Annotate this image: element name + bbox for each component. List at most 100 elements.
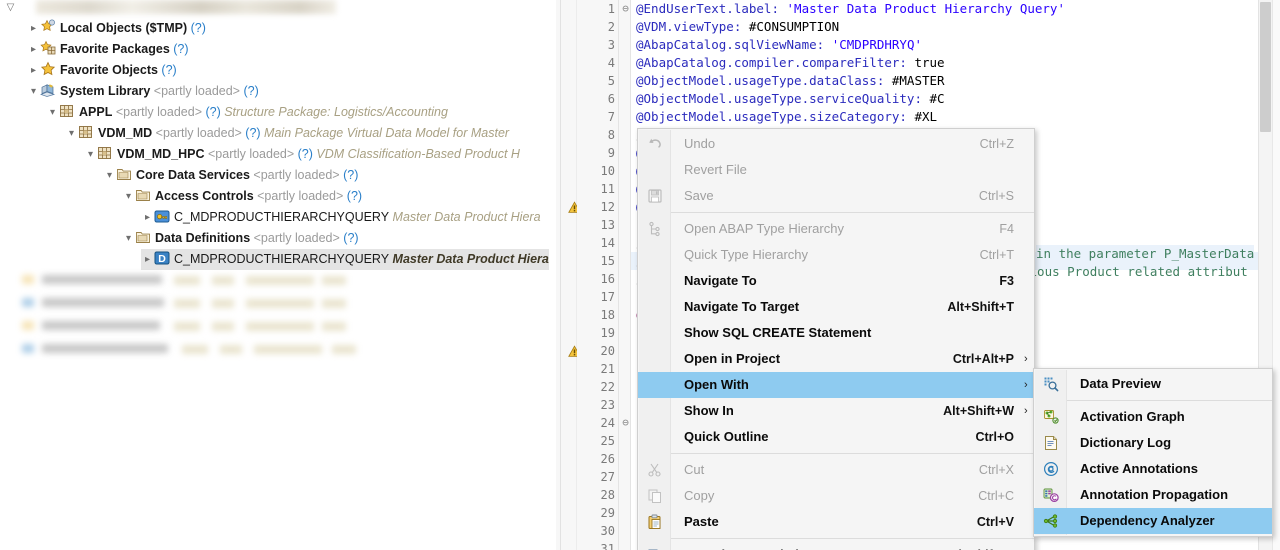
code-line[interactable]: @AbapCatalog.sqlViewName: 'CMDPRDHRYQ' xyxy=(636,36,922,54)
chevron-right-icon[interactable]: ▸ xyxy=(141,249,154,270)
tree-item-load-state: <partly loaded> xyxy=(112,105,202,119)
menu-item-show-in[interactable]: Show In Alt+Shift+W › xyxy=(638,398,1034,424)
line-number: 26 xyxy=(600,452,615,466)
code-line[interactable]: @ObjectModel.usageType.dataClass: #MASTE… xyxy=(636,72,945,90)
menu-item-show-sql-create-statement[interactable]: Show SQL CREATE Statement xyxy=(638,320,1034,346)
menu-item-accelerator: Alt+Shift+W xyxy=(943,404,1014,418)
tree-item-load-state: <partly loaded> xyxy=(204,147,295,161)
tree-item-core-data-services[interactable]: ▾ Core Data Services <partly loaded> (?) xyxy=(103,165,358,186)
tree-item-label: Favorite Objects xyxy=(60,63,158,77)
tree-item-label: C_MDPRODUCTHIERARCHYQUERY xyxy=(174,210,390,224)
menu-item-navigate-to-target[interactable]: Navigate To Target Alt+Shift+T xyxy=(638,294,1034,320)
tree-item-help-link[interactable]: (?) xyxy=(242,126,260,140)
tree-item-help-link[interactable]: (?) xyxy=(240,84,258,98)
menu-item-accelerator: Ctrl+Z xyxy=(979,137,1014,151)
chevron-down-icon[interactable]: ▾ xyxy=(103,165,116,186)
tree-item-c-mdproducthierarchyquery[interactable]: ▸ D C_MDPRODUCTHIERARCHYQUERY Master Data … xyxy=(141,249,549,270)
tree-item-system-library[interactable]: ▾ System Library <partly loaded> (?) xyxy=(27,81,259,102)
project-explorer[interactable]: ▽ ▸ Local Objects ($TMP) (?) ▸ Favorite Pac… xyxy=(0,0,556,550)
code-line[interactable]: @ObjectModel.usageType.sizeCategory: #XL xyxy=(636,108,937,126)
tree-item-label: Favorite Packages xyxy=(60,42,170,56)
tree-item-vdm-md-hpc[interactable]: ▾ VDM_MD_HPC <partly loaded> (?) VDM Clas… xyxy=(84,144,520,165)
menu-item-label: Cut xyxy=(684,462,705,477)
submenu-item-label: Annotation Propagation xyxy=(1080,487,1229,502)
submenu-item-label: Active Annotations xyxy=(1080,461,1198,476)
scrollbar-thumb[interactable] xyxy=(1260,2,1271,132)
tree-item-help-link[interactable]: (?) xyxy=(343,189,362,203)
twisty-root[interactable]: ▽ xyxy=(4,0,17,16)
menu-item-open-with[interactable]: Open With › xyxy=(638,372,1034,398)
editor-context-menu[interactable]: Undo Ctrl+Z Revert File Save Ctrl+S Open ABAP… xyxy=(637,128,1035,550)
tree-item-vdm-md[interactable]: ▾ VDM_MD <partly loaded> (?) Main Package… xyxy=(65,123,509,144)
chevron-right-icon[interactable]: ▸ xyxy=(27,39,40,60)
menu-item-label: Show In xyxy=(684,403,734,418)
chevron-right-icon[interactable]: ▸ xyxy=(27,18,40,39)
tree-item-help-link[interactable]: (?) xyxy=(294,147,313,161)
code-line[interactable]: @ObjectModel.usageType.serviceQuality: #… xyxy=(636,90,945,108)
chevron-down-icon[interactable]: ▾ xyxy=(122,186,135,207)
tree-item-help-link[interactable]: (?) xyxy=(340,168,358,182)
chevron-down-icon[interactable]: ▾ xyxy=(84,144,97,165)
tree-item-help-link[interactable]: (?) xyxy=(187,21,206,35)
editor-folding-column[interactable] xyxy=(619,0,631,550)
tree-item-favorite-objects[interactable]: ▸ Favorite Objects (?) xyxy=(27,60,177,81)
tree-item-help-link[interactable]: (?) xyxy=(340,231,358,245)
fold-toggle-icon[interactable]: ⊖ xyxy=(620,414,631,432)
menu-item-no-icon xyxy=(638,242,671,268)
menu-item-no-icon xyxy=(638,424,671,450)
chevron-right-icon[interactable]: ▸ xyxy=(27,60,40,81)
menu-item-get-where-used-list[interactable]: Get Where-used ListCtrl+Shift+G xyxy=(638,542,1034,550)
menu-item-cut: Cut Ctrl+X xyxy=(638,457,1034,483)
submenu-item-dictionary-log[interactable]: Dictionary Log xyxy=(1034,430,1272,456)
code-line[interactable]: @VDM.viewType: #CONSUMPTION xyxy=(636,18,839,36)
tree-item-load-state: <partly loaded> xyxy=(152,126,242,140)
menu-item-accelerator: F3 xyxy=(999,274,1014,288)
chevron-down-icon[interactable]: ▾ xyxy=(27,81,40,102)
save-icon xyxy=(638,183,671,209)
tree-item-local-objects-tmp[interactable]: ▸ Local Objects ($TMP) (?) xyxy=(27,18,206,39)
menu-item-open-in-project[interactable]: Open in Project Ctrl+Alt+P › xyxy=(638,346,1034,372)
line-number: 8 xyxy=(607,128,615,142)
tree-item-label: System Library xyxy=(60,84,151,98)
package-icon xyxy=(97,145,113,161)
menu-item-paste[interactable]: Paste Ctrl+V xyxy=(638,509,1034,535)
code-line[interactable]: @EndUserText.label: 'Master Data Product… xyxy=(636,0,1065,18)
menu-item-navigate-to[interactable]: Navigate To F3 xyxy=(638,268,1034,294)
code-line[interactable]: @AbapCatalog.compiler.compareFilter: tru… xyxy=(636,54,945,72)
menu-item-open-abap-type-hierarchy: Open ABAP Type Hierarchy F4 xyxy=(638,216,1034,242)
tree-item-help-link[interactable]: (?) xyxy=(170,42,188,56)
chevron-right-icon[interactable]: ▸ xyxy=(141,207,154,228)
package-icon xyxy=(78,124,94,140)
line-number: 9 xyxy=(607,146,615,160)
favorite-packages-icon xyxy=(40,40,56,56)
submenu-item-data-preview[interactable]: Data Preview xyxy=(1034,371,1272,397)
menu-item-accelerator: Ctrl+O xyxy=(975,430,1014,444)
chevron-down-icon[interactable]: ▾ xyxy=(122,228,135,249)
submenu-item-dependency-analyzer[interactable]: Dependency Analyzer xyxy=(1034,508,1272,534)
chevron-down-icon[interactable]: ▾ xyxy=(46,102,59,123)
editor-marker-bar[interactable] xyxy=(561,0,581,550)
editor-overview-ruler[interactable] xyxy=(1272,0,1280,550)
tree-item-c-mdproducthierarchyquery[interactable]: ▸ C_MDPRODUCTHIERARCHYQUERY Master Data P… xyxy=(141,207,541,228)
fold-toggle-icon[interactable]: ⊖ xyxy=(620,0,631,18)
ddl-source-icon: D xyxy=(154,250,170,266)
tree-item-favorite-packages[interactable]: ▸ Favorite Packages (?) xyxy=(27,39,189,60)
submenu-item-annotation-propagation[interactable]: Annotation Propagation xyxy=(1034,482,1272,508)
tree-item-description: Main Package Virtual Data Model for Mast… xyxy=(260,126,510,140)
tree-item-label: C_MDPRODUCTHIERARCHYQUERY xyxy=(174,252,390,266)
menu-item-quick-outline[interactable]: Quick Outline Ctrl+O xyxy=(638,424,1034,450)
tree-item-access-controls[interactable]: ▾ Access Controls <partly loaded> (?) xyxy=(122,186,362,207)
menu-item-accelerator: Ctrl+Alt+P xyxy=(952,352,1014,366)
open-with-submenu[interactable]: Data Preview Activation Graph Dictionary L… xyxy=(1033,368,1273,537)
tree-item-appl[interactable]: ▾ APPL <partly loaded> (?) Structure Pack… xyxy=(46,102,448,123)
submenu-item-activation-graph[interactable]: Activation Graph xyxy=(1034,404,1272,430)
chevron-down-icon[interactable]: ▾ xyxy=(65,123,78,144)
submenu-item-active-annotations[interactable]: Active Annotations xyxy=(1034,456,1272,482)
tree-item-help-link[interactable]: (?) xyxy=(158,63,176,77)
tree-item-label: Data Definitions xyxy=(155,231,251,245)
line-number: 10 xyxy=(600,164,615,178)
tree-item-data-definitions[interactable]: ▾ Data Definitions <partly loaded> (?) xyxy=(122,228,359,249)
menu-item-accelerator: Ctrl+X xyxy=(978,463,1014,477)
menu-item-copy: Copy Ctrl+C xyxy=(638,483,1034,509)
tree-item-help-link[interactable]: (?) xyxy=(202,105,220,119)
